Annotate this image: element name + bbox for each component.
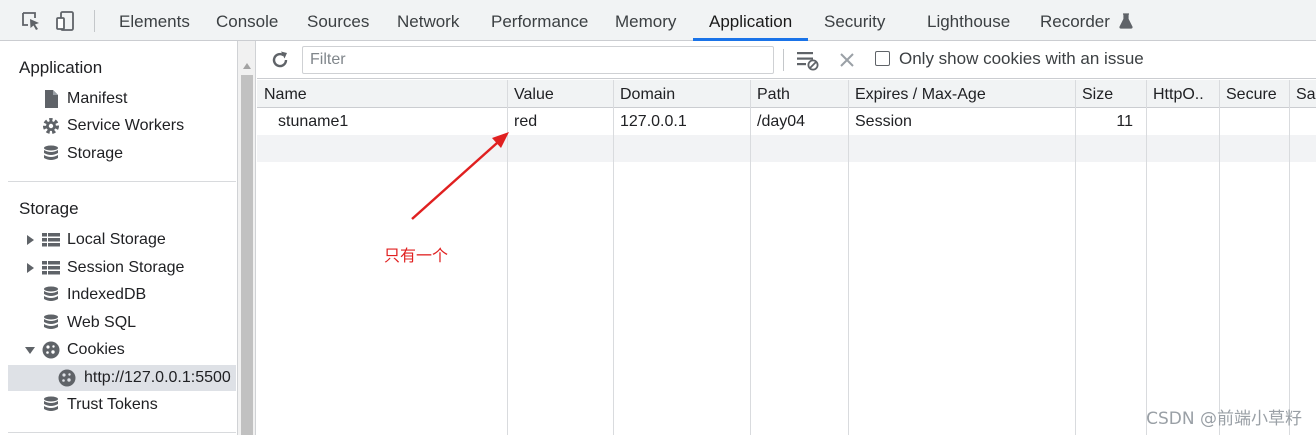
annotation-arrow	[411, 132, 509, 220]
annotation-text: 只有一个	[384, 246, 449, 265]
watermark: CSDN @前端小草籽	[1146, 409, 1302, 429]
